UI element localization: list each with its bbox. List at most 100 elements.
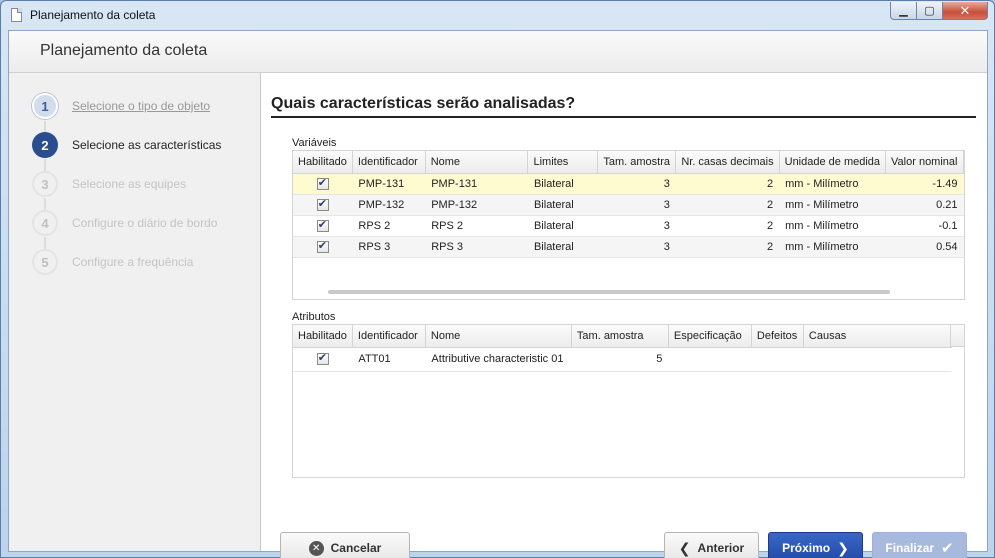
wizard-header: Planejamento da coleta bbox=[9, 31, 987, 73]
header-corner bbox=[950, 325, 964, 347]
finish-button: Finalizar ✔ bbox=[872, 532, 967, 558]
column-header[interactable]: Nr. casas decimais bbox=[675, 151, 780, 174]
cell-decimals: 2 bbox=[675, 215, 780, 237]
close-button[interactable]: ✕ bbox=[943, 2, 988, 20]
step-3: 3 Selecione as equipes bbox=[32, 171, 186, 197]
column-header[interactable]: Nome bbox=[425, 325, 572, 348]
column-header[interactable]: Habilitado bbox=[293, 325, 353, 348]
main-panel: Quais características serão analisadas? … bbox=[261, 73, 987, 558]
chevron-right-icon: ❯ bbox=[837, 539, 849, 556]
window-controls: ▁ ▢ ✕ bbox=[890, 2, 988, 20]
enabled-checkbox[interactable] bbox=[316, 239, 329, 253]
wizard-window: Planejamento da coleta ▁ ▢ ✕ Planejament… bbox=[0, 0, 995, 558]
cell-limits: Bilateral bbox=[527, 215, 598, 237]
cell-nominal-value: 0.54 bbox=[885, 236, 964, 258]
table-header-row: Habilitado Identificador Nome Limites Ta… bbox=[293, 151, 964, 174]
previous-label: Anterior bbox=[697, 541, 745, 555]
cell-identifier: RPS 2 bbox=[352, 215, 426, 237]
enabled-checkbox[interactable] bbox=[316, 351, 329, 366]
cell-limits: Bilateral bbox=[527, 236, 598, 258]
step-5: 5 Configure a frequência bbox=[32, 249, 193, 275]
column-header[interactable]: Defeitos bbox=[751, 325, 804, 348]
cell-sample-size: 3 bbox=[597, 173, 676, 195]
minimize-button[interactable]: ▁ bbox=[890, 2, 917, 20]
cell-sample-size: 3 bbox=[597, 215, 676, 237]
cell-name: Attributive characteristic 01 bbox=[425, 347, 572, 372]
cell-limits: Bilateral bbox=[527, 194, 598, 216]
cell-identifier: RPS 3 bbox=[352, 236, 426, 258]
step-label: Configure a frequência bbox=[72, 255, 194, 269]
column-header[interactable]: Identificador bbox=[352, 325, 426, 348]
variables-label: Variáveis bbox=[292, 137, 337, 149]
enabled-checkbox[interactable] bbox=[316, 218, 329, 232]
window-title: Planejamento da coleta bbox=[30, 8, 156, 22]
cell-decimals: 2 bbox=[675, 194, 780, 216]
next-label: Próximo bbox=[782, 541, 831, 555]
cell-sample-size: 3 bbox=[597, 194, 676, 216]
column-header[interactable]: Habilitado bbox=[293, 151, 353, 174]
column-header[interactable]: Causas bbox=[803, 325, 952, 348]
enabled-checkbox[interactable] bbox=[316, 176, 329, 190]
previous-button[interactable]: ❮ Anterior bbox=[664, 532, 759, 558]
step-2: 2 Selecione as características bbox=[32, 132, 221, 158]
cell-limits: Bilateral bbox=[527, 173, 598, 195]
column-header[interactable]: Unidade de medida bbox=[779, 151, 887, 174]
step-number: 1 bbox=[32, 93, 58, 119]
next-button[interactable]: Próximo ❯ bbox=[768, 532, 863, 558]
attributes-label: Atributos bbox=[292, 311, 336, 323]
page-title: Planejamento da coleta bbox=[40, 42, 208, 59]
column-header[interactable]: Identificador bbox=[352, 151, 426, 174]
checkmark-icon: ✔ bbox=[941, 540, 954, 557]
step-label: Selecione o tipo de objeto bbox=[72, 99, 211, 113]
cell-causes[interactable] bbox=[803, 347, 952, 372]
close-circle-icon: ✕ bbox=[308, 540, 324, 556]
step-4: 4 Configure o diário de bordo bbox=[32, 210, 217, 236]
cell-name: PMP-131 bbox=[425, 173, 528, 195]
step-label: Configure o diário de bordo bbox=[72, 216, 218, 230]
table-row[interactable]: ATT01 Attributive characteristic 01 5 bbox=[293, 347, 952, 372]
chevron-left-icon: ❮ bbox=[678, 539, 691, 556]
step-label: Selecione as características bbox=[72, 138, 222, 152]
heading-divider bbox=[271, 116, 976, 118]
attributes-table: Habilitado Identificador Nome Tam. amost… bbox=[292, 324, 965, 478]
column-header[interactable]: Especificação bbox=[668, 325, 752, 348]
step-number: 5 bbox=[32, 249, 58, 275]
horizontal-scrollbar[interactable] bbox=[328, 290, 890, 294]
cell-sample-size: 3 bbox=[597, 236, 676, 258]
table-row[interactable]: PMP-131 PMP-131 Bilateral 3 2 mm - Milím… bbox=[293, 173, 964, 195]
column-header[interactable]: Tam. amostra bbox=[571, 325, 669, 348]
cell-specification[interactable] bbox=[668, 347, 752, 372]
table-row[interactable]: RPS 2 RPS 2 Bilateral 3 2 mm - Milímetro… bbox=[293, 215, 964, 237]
step-number: 4 bbox=[32, 210, 58, 236]
maximize-button[interactable]: ▢ bbox=[917, 2, 943, 20]
cell-unit: mm - Milímetro bbox=[779, 215, 886, 237]
column-header[interactable]: Valor nominal bbox=[885, 151, 964, 174]
table-header-row: Habilitado Identificador Nome Tam. amost… bbox=[293, 325, 952, 348]
column-header[interactable]: Tam. amostra bbox=[597, 151, 677, 174]
column-header[interactable]: Nome bbox=[425, 151, 529, 174]
cell-decimals: 2 bbox=[675, 173, 780, 195]
cell-nominal-value: 0.21 bbox=[885, 194, 964, 216]
column-header[interactable]: Limites bbox=[527, 151, 599, 174]
table-row[interactable]: PMP-132 PMP-132 Bilateral 3 2 mm - Milím… bbox=[293, 194, 964, 216]
cell-identifier: PMP-131 bbox=[352, 173, 426, 195]
table-row[interactable]: RPS 3 RPS 3 Bilateral 3 2 mm - Milímetro… bbox=[293, 236, 964, 258]
cell-identifier: PMP-132 bbox=[352, 194, 426, 216]
variables-table: Habilitado Identificador Nome Limites Ta… bbox=[292, 150, 965, 300]
title-bar: Planejamento da coleta ▁ ▢ ✕ bbox=[1, 1, 994, 29]
section-heading: Quais características serão analisadas? bbox=[271, 95, 576, 112]
enabled-checkbox[interactable] bbox=[316, 197, 329, 211]
cancel-button[interactable]: ✕ Cancelar bbox=[280, 532, 410, 558]
cell-defects[interactable] bbox=[751, 347, 804, 372]
cell-decimals: 2 bbox=[675, 236, 780, 258]
cell-unit: mm - Milímetro bbox=[779, 173, 886, 195]
cell-name: PMP-132 bbox=[425, 194, 528, 216]
document-icon bbox=[11, 8, 22, 22]
step-label: Selecione as equipes bbox=[72, 177, 187, 191]
cell-name: RPS 2 bbox=[425, 215, 528, 237]
cell-nominal-value: -0.1 bbox=[885, 215, 964, 237]
step-number: 2 bbox=[32, 132, 58, 158]
step-1[interactable]: 1 Selecione o tipo de objeto bbox=[32, 93, 210, 119]
cell-nominal-value: -1.49 bbox=[885, 173, 964, 195]
cancel-label: Cancelar bbox=[330, 541, 382, 555]
